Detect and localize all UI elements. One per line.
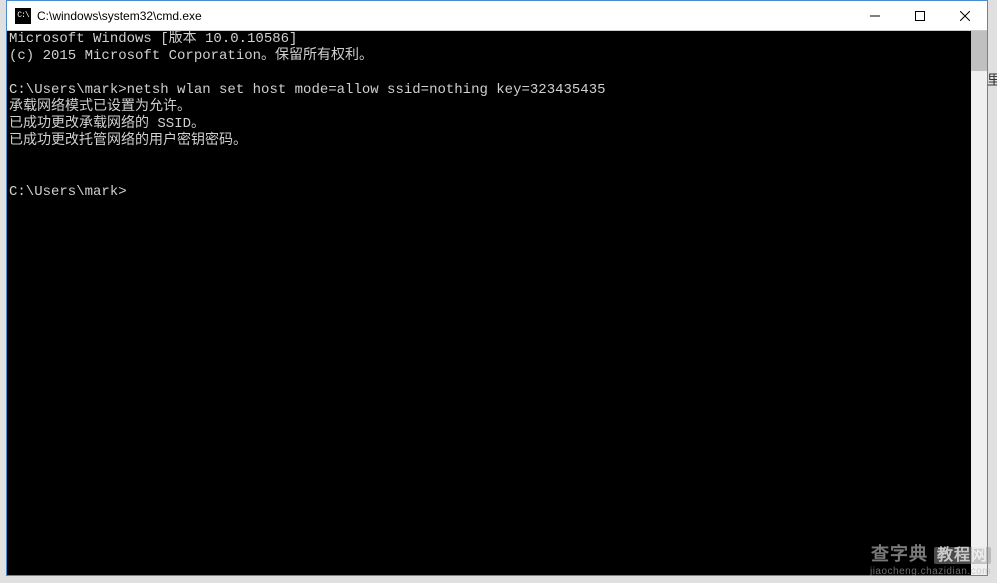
terminal-area: Microsoft Windows [版本 10.0.10586] (c) 20… bbox=[7, 31, 987, 575]
cropped-text: 里 bbox=[987, 70, 997, 90]
scroll-thumb[interactable] bbox=[971, 31, 987, 71]
maximize-button[interactable] bbox=[897, 1, 942, 30]
cmd-icon: C:\ bbox=[15, 8, 31, 24]
minimize-button[interactable] bbox=[852, 1, 897, 30]
titlebar[interactable]: C:\ C:\windows\system32\cmd.exe bbox=[7, 1, 987, 31]
close-button[interactable] bbox=[942, 1, 987, 30]
cmd-window: C:\ C:\windows\system32\cmd.exe Microsof… bbox=[6, 0, 988, 576]
terminal-output[interactable]: Microsoft Windows [版本 10.0.10586] (c) 20… bbox=[7, 31, 971, 575]
vertical-scrollbar[interactable] bbox=[971, 31, 987, 575]
window-controls bbox=[852, 1, 987, 30]
window-title: C:\windows\system32\cmd.exe bbox=[37, 9, 852, 23]
